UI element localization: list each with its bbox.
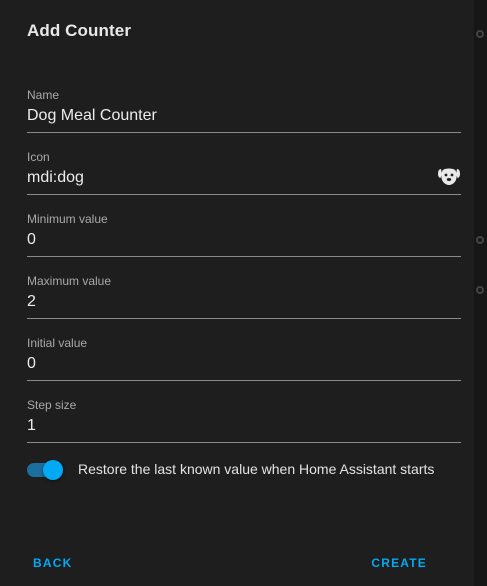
initial-value-label: Initial value [27, 336, 88, 350]
create-button[interactable]: CREATE [371, 556, 427, 570]
minimum-value-input[interactable]: 0 [27, 231, 427, 249]
background-decoration [476, 236, 484, 244]
name-field[interactable]: Name Dog Meal Counter [27, 88, 461, 133]
name-input[interactable]: Dog Meal Counter [27, 107, 427, 125]
name-label: Name [27, 88, 60, 102]
icon-input[interactable]: mdi:dog [27, 169, 427, 187]
maximum-value-input[interactable]: 2 [27, 293, 427, 311]
background-decoration [476, 286, 484, 294]
initial-value-input[interactable]: 0 [27, 355, 427, 373]
dog-icon [437, 166, 461, 186]
background-decoration [476, 30, 484, 38]
maximum-value-label: Maximum value [27, 274, 112, 288]
restore-toggle-label: Restore the last known value when Home A… [78, 461, 435, 477]
minimum-value-label: Minimum value [27, 212, 108, 226]
background-page [474, 0, 487, 586]
step-size-input[interactable]: 1 [27, 417, 427, 435]
icon-label: Icon [27, 150, 50, 164]
toggle-thumb [43, 460, 63, 480]
dialog-title: Add Counter [27, 21, 132, 40]
step-size-label: Step size [27, 398, 77, 412]
initial-value-field[interactable]: Initial value 0 [27, 336, 461, 381]
step-size-field[interactable]: Step size 1 [27, 398, 461, 443]
maximum-value-field[interactable]: Maximum value 2 [27, 274, 461, 319]
restore-toggle[interactable] [27, 459, 63, 481]
back-button[interactable]: BACK [33, 556, 72, 570]
minimum-value-field[interactable]: Minimum value 0 [27, 212, 461, 257]
icon-field[interactable]: Icon mdi:dog [27, 150, 461, 195]
restore-toggle-row: Restore the last known value when Home A… [27, 459, 467, 481]
add-counter-dialog: Add Counter Name Dog Meal Counter Icon m… [0, 0, 474, 586]
